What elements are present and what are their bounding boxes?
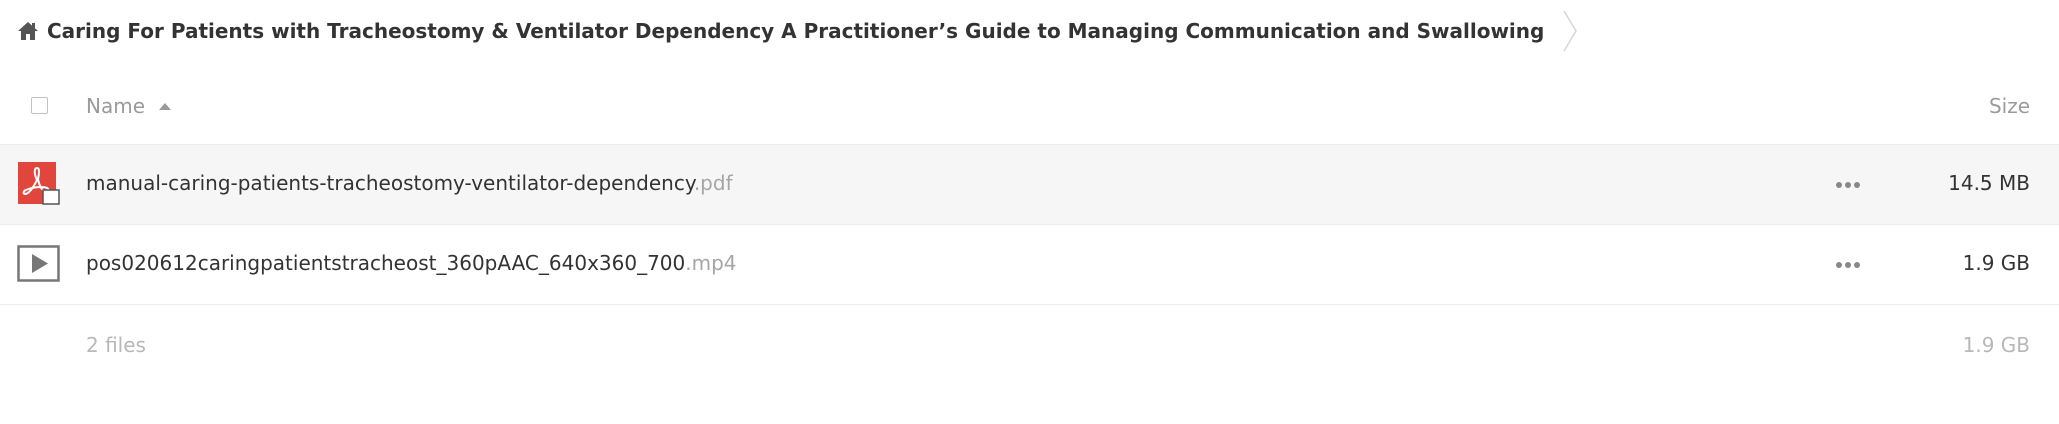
total-size: 1.9 GB <box>1962 333 2030 357</box>
file-extension: .pdf <box>693 171 733 195</box>
breadcrumb-current-folder[interactable]: Caring For Patients with Tracheostomy & … <box>47 19 1544 43</box>
file-row[interactable]: pos020612caringpatientstracheost_360pAAC… <box>0 225 2059 305</box>
chevron-right-icon <box>1562 9 1578 53</box>
file-name[interactable]: pos020612caringpatientstracheost_360pAAC… <box>86 251 737 275</box>
file-extension: .mp4 <box>685 251 737 275</box>
pdf-file-icon <box>17 162 61 206</box>
video-file-icon <box>17 242 61 286</box>
file-row[interactable]: manual-caring-patients-tracheostomy-vent… <box>0 145 2059 225</box>
more-actions-button[interactable] <box>1832 173 1864 197</box>
name-column-label: Name <box>86 94 146 118</box>
sort-ascending-icon <box>159 102 172 110</box>
breadcrumb: Caring For Patients with Tracheostomy & … <box>0 0 2059 62</box>
name-column-header[interactable]: Name <box>86 94 172 118</box>
file-summary-row: 2 files 1.9 GB <box>0 305 2059 384</box>
size-column-header[interactable]: Size <box>1989 94 2030 118</box>
home-link[interactable] <box>0 0 47 62</box>
home-icon <box>17 21 39 41</box>
file-size: 1.9 GB <box>1962 251 2030 275</box>
file-basename: pos020612caringpatientstracheost_360pAAC… <box>86 251 686 275</box>
file-table-header: Name Size <box>0 67 2059 145</box>
file-count: 2 files <box>86 333 146 357</box>
file-name[interactable]: manual-caring-patients-tracheostomy-vent… <box>86 171 733 195</box>
more-actions-button[interactable] <box>1832 253 1864 277</box>
file-basename: manual-caring-patients-tracheostomy-vent… <box>86 171 694 195</box>
select-all-checkbox[interactable] <box>31 97 48 114</box>
file-size: 14.5 MB <box>1948 171 2030 195</box>
